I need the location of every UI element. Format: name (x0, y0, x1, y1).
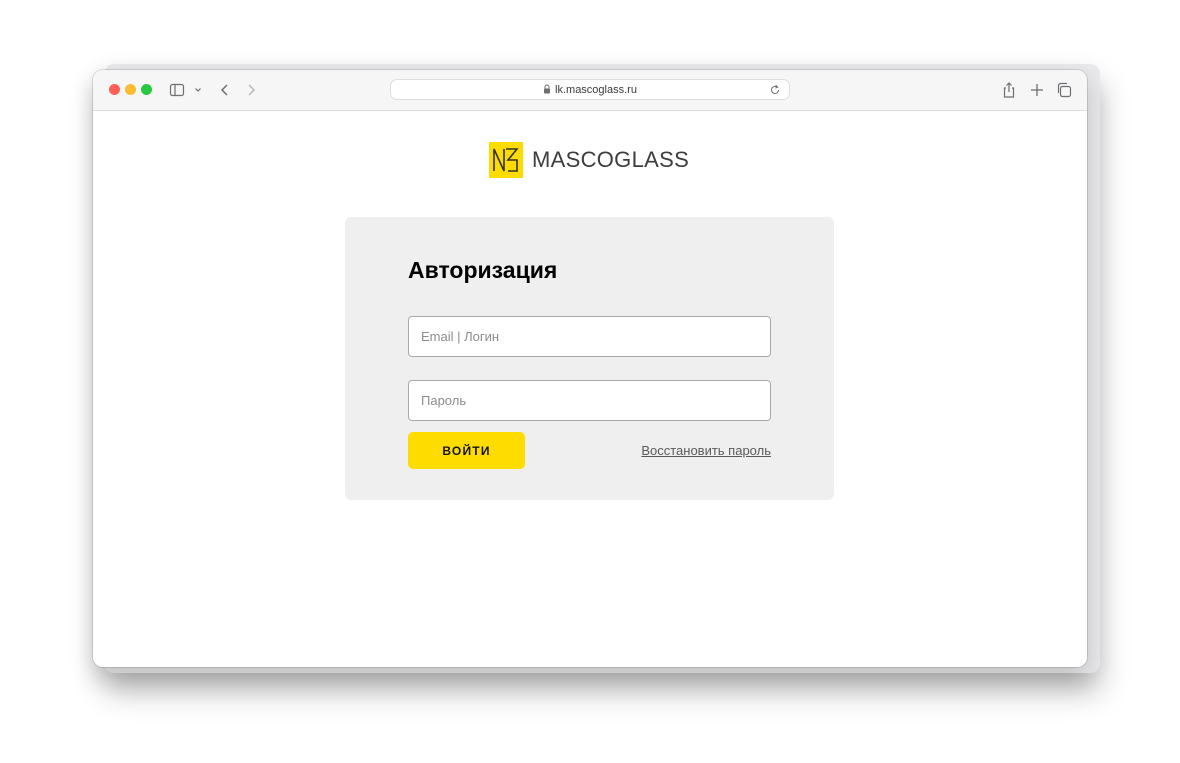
login-button[interactable]: ВОЙТИ (408, 432, 525, 469)
address-display: lk.mascoglass.ru (391, 83, 789, 97)
browser-window: lk.mascoglass.ru MASCOGLASS Авторизация … (93, 70, 1087, 667)
tabs-overview-icon[interactable] (1056, 81, 1072, 99)
login-field[interactable] (408, 316, 771, 357)
share-icon[interactable] (1001, 81, 1017, 99)
logo-mark-icon (489, 142, 523, 178)
browser-toolbar: lk.mascoglass.ru (93, 70, 1087, 111)
address-bar[interactable]: lk.mascoglass.ru (390, 79, 790, 100)
lock-icon (544, 84, 551, 94)
back-icon[interactable] (219, 81, 231, 99)
sidebar-icon[interactable] (169, 81, 185, 99)
brand-logo[interactable]: MASCOGLASS (489, 142, 689, 178)
forward-icon[interactable] (245, 81, 257, 99)
restore-password-link[interactable]: Восстановить пароль (641, 443, 771, 458)
page-title: Авторизация (408, 257, 558, 283)
login-card: Авторизация ВОЙТИ Восстановить пароль (345, 217, 834, 500)
zoom-window-button[interactable] (141, 84, 152, 95)
minimize-window-button[interactable] (125, 84, 136, 95)
brand-name: MASCOGLASS (532, 147, 690, 172)
plus-icon[interactable] (1029, 81, 1045, 99)
chevron-down-icon[interactable] (193, 81, 203, 99)
url-text: lk.mascoglass.ru (555, 84, 637, 96)
reload-icon[interactable] (769, 83, 781, 96)
close-window-button[interactable] (109, 84, 120, 95)
password-field[interactable] (408, 380, 771, 421)
page-content: MASCOGLASS Авторизация ВОЙТИ Восстановит… (93, 111, 1087, 667)
